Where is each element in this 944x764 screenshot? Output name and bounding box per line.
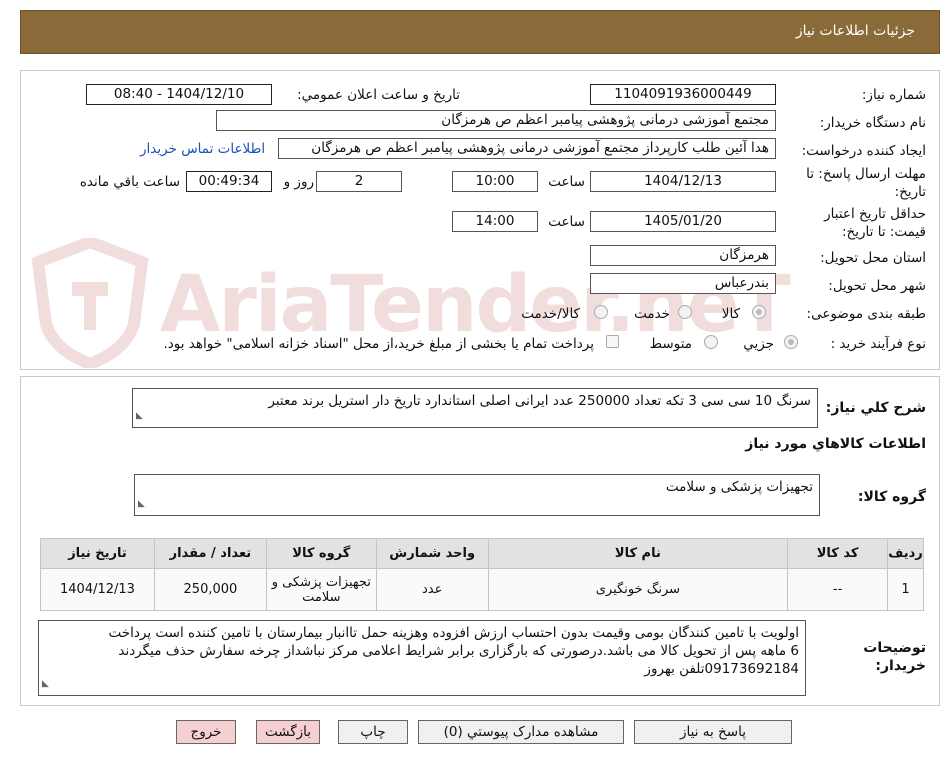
- process-option-minor: جزیي: [743, 336, 774, 352]
- remaining-time-label: ساعت باقي مانده: [79, 174, 180, 190]
- cell-quantity: 250,000: [153, 568, 267, 611]
- goods-info-title: اطلاعات کالاهاي مورد نیاز: [745, 436, 926, 452]
- category-radio-service[interactable]: [678, 305, 692, 319]
- col-header-row-number: ردیف: [887, 538, 924, 569]
- cell-row-number: 1: [887, 568, 924, 611]
- need-number-label: شماره نیاز:: [861, 87, 926, 103]
- process-radio-medium[interactable]: [704, 335, 718, 349]
- summary-textarea: سرنگ 10 سی سی 3 تکه تعداد 250000 عدد ایر…: [132, 388, 818, 428]
- resize-grip-icon: ◢: [42, 679, 49, 689]
- resize-grip-icon: ◢: [138, 499, 145, 509]
- col-header-quantity: تعداد / مقدار: [153, 538, 267, 569]
- validity-label-line1: حداقل تاریخ اعتبار: [824, 206, 926, 222]
- deadline-time-field: 10:00: [452, 171, 538, 192]
- category-radio-goods[interactable]: [752, 305, 766, 319]
- summary-text: سرنگ 10 سی سی 3 تکه تعداد 250000 عدد ایر…: [268, 393, 811, 409]
- process-radio-minor[interactable]: [784, 335, 798, 349]
- category-radio-goods-service[interactable]: [594, 305, 608, 319]
- category-label: طبقه بندی موضوعی:: [806, 306, 926, 322]
- table-header-row: ردیف کد کالا نام کالا واحد شمارش گروه کا…: [40, 538, 924, 569]
- view-attachments-button[interactable]: مشاهده مدارک پیوستي (0): [418, 720, 624, 744]
- requester-field: هدا آئین طلب کارپرداز مجتمع آموزشی درمان…: [278, 138, 776, 159]
- requester-label: ایجاد کننده درخواست:: [801, 143, 926, 159]
- remaining-time-field: 00:49:34: [186, 171, 272, 192]
- announce-label: تاریخ و ساعت اعلان عمومي:: [297, 87, 460, 103]
- exit-button[interactable]: خروج: [176, 720, 236, 744]
- announce-datetime-field: 1404/12/10 - 08:40: [86, 84, 272, 105]
- col-header-unit: واحد شمارش: [375, 538, 489, 569]
- buyer-org-field: مجتمع آموزشی درمانی پژوهشی پیامبر اعظم ص…: [216, 110, 776, 131]
- process-type-label: نوع فرآیند خرید :: [830, 336, 926, 352]
- treasury-payment-note: پرداخت تمام یا بخشی از مبلغ خرید،از محل …: [163, 336, 594, 352]
- cell-unit: عدد: [375, 568, 489, 611]
- validity-date-field: 1405/01/20: [590, 211, 776, 232]
- validity-time-field: 14:00: [452, 211, 538, 232]
- need-number-field: 1104091936000449: [590, 84, 776, 105]
- col-header-need-date: تاریخ نیاز: [40, 538, 155, 569]
- deadline-label-line1: مهلت ارسال پاسخ: تا: [806, 166, 926, 182]
- col-header-goods-name: نام کالا: [487, 538, 789, 569]
- goods-group-textarea: تجهیزات پزشکی و سلامت ◢: [134, 474, 820, 516]
- summary-label: شرح کلي نیاز:: [825, 400, 926, 416]
- cell-goods-group: تجهیزات پزشکی و سلامت: [265, 568, 377, 611]
- category-option-service: خدمت: [634, 306, 670, 322]
- validity-label-line2: قیمت: تا تاریخ:: [842, 224, 926, 240]
- buyer-notes-textarea: اولویت با تامین کنندگان بومی وقیمت بدون …: [38, 620, 806, 696]
- treasury-payment-checkbox[interactable]: [606, 335, 619, 348]
- province-field: هرمزگان: [590, 245, 776, 266]
- cell-goods-name: سرنگ خونگیری: [487, 568, 789, 611]
- goods-group-text: تجهیزات پزشکی و سلامت: [665, 479, 813, 495]
- buyer-notes-line: 6 ماهه پس از تحویل کالا می باشد.درصورتی …: [118, 643, 799, 659]
- reply-button[interactable]: پاسخ به نیاز: [634, 720, 792, 744]
- buyer-notes-label-line2: خریدار:: [875, 658, 926, 674]
- validity-time-label: ساعت: [548, 214, 585, 230]
- page-title: جزئیات اطلاعات نیاز: [795, 23, 915, 39]
- deadline-time-label: ساعت: [548, 174, 585, 190]
- resize-grip-icon: ◢: [136, 411, 143, 421]
- back-button[interactable]: بازگشت: [256, 720, 320, 744]
- col-header-goods-code: کد کالا: [787, 538, 889, 569]
- buyer-org-label: نام دستگاه خریدار:: [819, 115, 926, 131]
- buyer-notes-label-line1: توضیحات: [863, 640, 926, 656]
- process-option-medium: متوسط: [649, 336, 692, 352]
- buyer-notes-line: 09173692184تلفن بهروز: [644, 661, 799, 677]
- buyer-notes-line: اولویت با تامین کنندگان بومی وقیمت بدون …: [108, 625, 799, 641]
- print-button[interactable]: چاپ: [338, 720, 408, 744]
- goods-group-label: گروه کالا:: [857, 489, 926, 505]
- days-label: روز و: [283, 174, 314, 190]
- category-option-goods-service: کالا/خدمت: [521, 306, 580, 322]
- province-label: استان محل تحویل:: [820, 250, 926, 266]
- goods-table: ردیف کد کالا نام کالا واحد شمارش گروه کا…: [40, 538, 924, 611]
- cell-goods-code: --: [787, 568, 889, 611]
- cell-need-date: 1404/12/13: [40, 568, 155, 611]
- category-option-goods: کالا: [721, 306, 740, 322]
- buyer-contact-link[interactable]: اطلاعات تماس خریدار: [140, 141, 265, 157]
- table-row: 1 -- سرنگ خونگیری عدد تجهیزات پزشکی و سل…: [40, 568, 924, 611]
- city-label: شهر محل تحویل:: [828, 278, 926, 294]
- page-header: جزئیات اطلاعات نیاز: [20, 10, 940, 54]
- deadline-date-field: 1404/12/13: [590, 171, 776, 192]
- days-remaining-field: 2: [316, 171, 402, 192]
- city-field: بندرعباس: [590, 273, 776, 294]
- col-header-goods-group: گروه کالا: [265, 538, 377, 569]
- deadline-label-line2: تاریخ:: [894, 184, 926, 200]
